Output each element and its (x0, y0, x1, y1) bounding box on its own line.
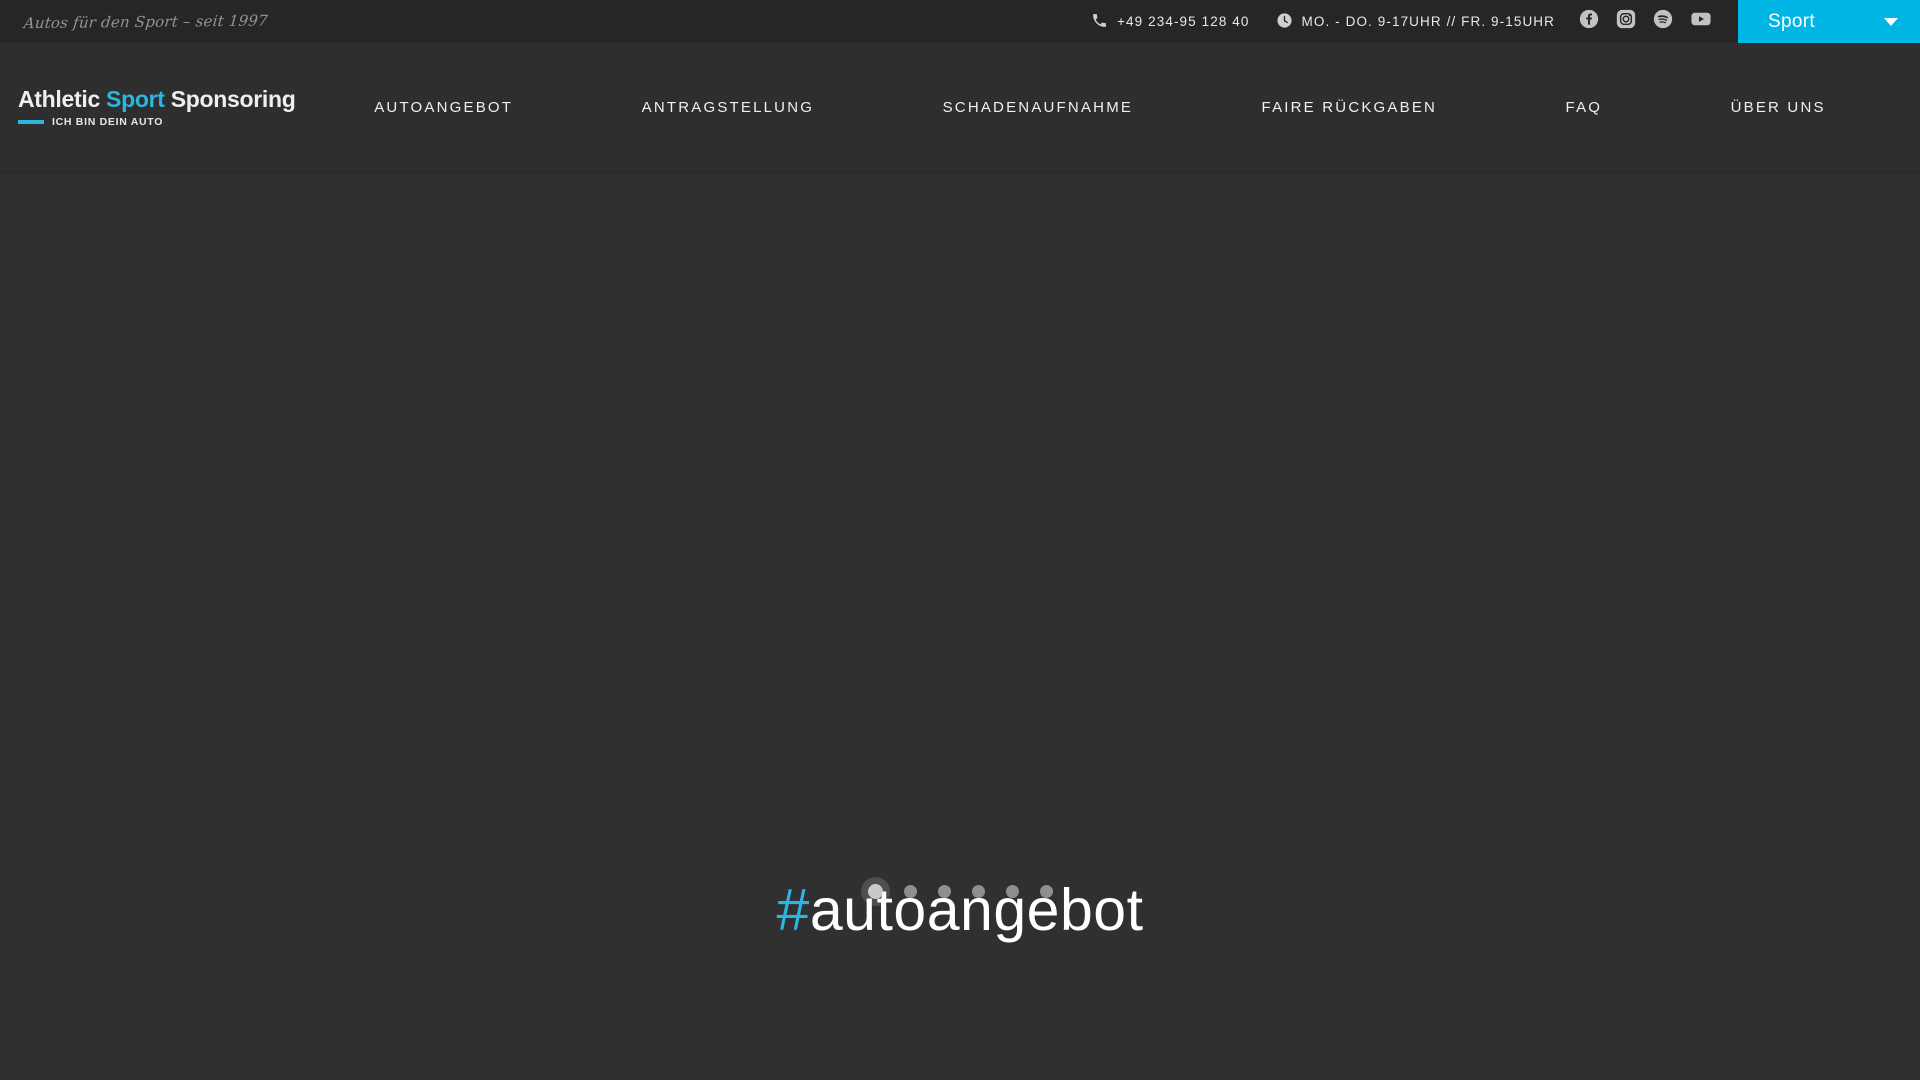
site-tagline: Autos für den Sport – seit 1997 (23, 11, 269, 32)
language-select[interactable]: Sport (1738, 0, 1920, 43)
hashtag-symbol: # (776, 876, 810, 943)
hashtag-label: autoangebot (809, 876, 1144, 943)
top-bar: Autos für den Sport – seit 1997 +49 234-… (0, 0, 1920, 43)
youtube-icon[interactable] (1690, 9, 1712, 34)
opening-hours: MO. - DO. 9-17UHR // FR. 9-15UHR (1276, 12, 1555, 32)
contact-group: +49 234-95 128 40 MO. - DO. 9-17UHR // F… (1091, 0, 1579, 43)
logo-wordmark: Athletic Sport Sponsoring (18, 87, 300, 111)
hero-slider-stage[interactable] (0, 173, 1920, 965)
main-header: Athletic Sport Sponsoring ICH BIN DEIN A… (0, 43, 1920, 173)
opening-hours-text: MO. - DO. 9-17UHR // FR. 9-15UHR (1301, 14, 1555, 29)
top-bar-right-group: +49 234-95 128 40 MO. - DO. 9-17UHR // F… (1091, 0, 1920, 43)
nav-item-schadenaufnahme[interactable]: SCHADENAUFNAHME (943, 99, 1134, 116)
spotify-icon[interactable] (1653, 9, 1673, 34)
language-select-value: Sport (1768, 10, 1815, 32)
nav-item-ueber-uns[interactable]: ÜBER UNS (1731, 99, 1826, 116)
nav-item-antragstellung[interactable]: ANTRAGSTELLUNG (642, 99, 815, 116)
instagram-icon[interactable] (1616, 9, 1636, 34)
clock-icon (1276, 12, 1293, 32)
facebook-icon[interactable] (1579, 9, 1599, 34)
hero-hashtag: #autoangebot (777, 880, 1144, 940)
site-logo[interactable]: Athletic Sport Sponsoring ICH BIN DEIN A… (0, 87, 300, 128)
phone-number-text: +49 234-95 128 40 (1117, 14, 1250, 29)
nav-item-faq[interactable]: FAQ (1566, 99, 1603, 116)
nav-item-faire-rueckgaben[interactable]: FAIRE RÜCKGABEN (1262, 99, 1438, 116)
main-navigation: AUTOANGEBOT ANTRAGSTELLUNG SCHADENAUFNAH… (300, 99, 1920, 116)
hero-section: #autoangebot (0, 173, 1920, 965)
phone-icon (1091, 12, 1108, 32)
social-links (1579, 0, 1738, 43)
hero-hashtag-block: #autoangebot (0, 855, 1920, 965)
logo-subtitle-row: ICH BIN DEIN AUTO (18, 116, 300, 128)
logo-dash-icon (18, 120, 44, 125)
logo-subtitle: ICH BIN DEIN AUTO (52, 116, 164, 129)
phone-contact[interactable]: +49 234-95 128 40 (1091, 12, 1249, 32)
chevron-down-icon (1884, 17, 1898, 26)
logo-word-sport: Sport (106, 85, 165, 112)
logo-word-athletic: Athletic (18, 85, 100, 112)
logo-word-sponsoring: Sponsoring (170, 85, 296, 112)
nav-item-autoangebot[interactable]: AUTOANGEBOT (374, 99, 513, 116)
